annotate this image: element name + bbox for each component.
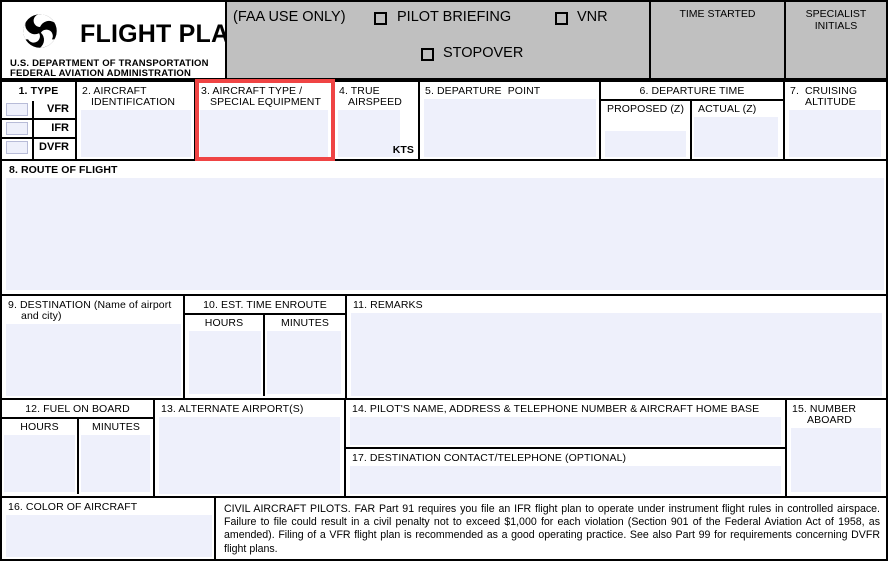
faa-flight-plan-form: FLIGHT PLAN U.S. DEPARTMENT OF TRANSPORT… [0,0,888,561]
field-5-departure-point: 5. DEPARTURE POINT [420,80,601,161]
type-row-dvfr[interactable]: DVFR [2,139,75,159]
type-divider [32,101,34,118]
field-7-cruising-altitude: 7. CRUISING ALTITUDE [785,80,888,161]
field-15-number-aboard: 15. NUMBER ABOARD [787,400,888,498]
checkbox-vnr[interactable] [555,12,568,25]
field-12-minutes-input[interactable] [81,435,150,492]
field-5-label: 5. DEPARTURE POINT [425,85,541,97]
faa-use-only-block: (FAA USE ONLY) PILOT BRIEFING VNR STOPOV… [227,0,651,80]
field-6-proposed: PROPOSED (Z) [601,101,690,159]
field-9-label-2: and city) [21,310,62,322]
type-dvfr-label: DVFR [39,141,69,153]
field-14-pilot-info: 14. PILOT'S NAME, ADDRESS & TELEPHONE NU… [346,400,787,449]
specialist-initials-block[interactable]: SPECIALIST INITIALS [786,0,888,80]
type-row-vfr[interactable]: VFR [2,101,75,120]
field-10-minutes-input[interactable] [267,331,341,394]
field-13-input[interactable] [159,417,340,494]
field-6-actual-input[interactable] [694,117,778,157]
field-8-label: 8. ROUTE OF FLIGHT [9,164,118,176]
field-4-input[interactable] [338,110,400,157]
time-started-label: TIME STARTED [679,8,756,20]
field-6-label: 6. DEPARTURE TIME [639,85,745,97]
checkbox-stopover-label: STOPOVER [443,45,524,61]
field-11-remarks: 11. REMARKS [347,296,888,400]
field-6-actual: ACTUAL (Z) [692,101,781,159]
field-14-label: 14. PILOT'S NAME, ADDRESS & TELEPHONE NU… [352,403,760,415]
field-12-hours-input[interactable] [4,435,75,492]
type-divider [32,120,34,137]
field-6-proposed-input[interactable] [605,131,686,157]
type-dvfr-input[interactable] [6,141,28,154]
field-15-input[interactable] [791,428,881,492]
field-12-minutes: MINUTES [79,419,153,494]
field-14-input[interactable] [350,417,781,445]
faa-use-only-label: (FAA USE ONLY) [233,9,346,25]
field-7-input[interactable] [789,110,881,157]
field-2-input[interactable] [81,110,191,157]
field-17-label: 17. DESTINATION CONTACT/TELEPHONE (OPTIO… [352,452,627,464]
field-2-label-2: IDENTIFICATION [91,96,176,108]
field-1-type: 1. TYPE VFR IFR DVFR [0,80,77,161]
field-7-label-2: ALTITUDE [805,96,856,108]
field-13-label: 13. ALTERNATE AIRPORT(S) [161,403,304,415]
type-row-ifr[interactable]: IFR [2,120,75,139]
field-16-color-of-aircraft: 16. COLOR OF AIRCRAFT [0,498,216,561]
type-ifr-input[interactable] [6,122,28,135]
form-title-block: FLIGHT PLAN U.S. DEPARTMENT OF TRANSPORT… [0,0,247,80]
checkbox-stopover[interactable] [421,48,434,61]
type-ifr-label: IFR [51,122,69,134]
field-10-hours-label: HOURS [204,317,244,329]
field-12-hours: HOURS [2,419,77,494]
type-divider [32,139,34,159]
field-2-aircraft-identification: 2. AIRCRAFT IDENTIFICATION [77,80,196,161]
field-16-input[interactable] [6,515,212,557]
field-8-route-of-flight: 8. ROUTE OF FLIGHT [0,161,888,296]
field-10-hours: HOURS [185,315,263,396]
field-10-label: 10. EST. TIME ENROUTE [203,299,327,311]
field-17-destination-contact: 17. DESTINATION CONTACT/TELEPHONE (OPTIO… [346,449,787,498]
field-9-input[interactable] [6,324,181,396]
field-12-fuel-on-board: 12. FUEL ON BOARD HOURS MINUTES [0,400,155,498]
field-13-alternate-airports: 13. ALTERNATE AIRPORT(S) [155,400,346,498]
field-3-label-2: SPECIAL EQUIPMENT [210,96,322,108]
field-11-label: 11. REMARKS [353,299,423,311]
field-12-hours-label: HOURS [20,421,59,433]
field-12-label: 12. FUEL ON BOARD [25,403,130,415]
field-16-label: 16. COLOR OF AIRCRAFT [8,501,138,513]
field-6-departure-time: 6. DEPARTURE TIME PROPOSED (Z) ACTUAL (Z… [601,80,785,161]
field-4-true-airspeed: 4. TRUE AIRSPEED KTS [334,80,420,161]
field-3-aircraft-type-special-equipment: 3. AIRCRAFT TYPE / SPECIAL EQUIPMENT [196,80,334,161]
specialist-initials-label-2: INITIALS [814,20,858,32]
field-4-unit-label: KTS [392,144,414,156]
page-title: FLIGHT PLAN [80,20,248,48]
field-15-label-2: ABOARD [807,414,852,426]
field-11-input[interactable] [351,313,882,396]
civil-aircraft-pilots-notice: CIVIL AIRCRAFT PILOTS. FAR Part 91 requi… [216,498,888,561]
agency-line-2: FEDERAL AVIATION ADMINISTRATION [10,68,192,79]
checkbox-pilot-briefing-label: PILOT BRIEFING [397,9,512,25]
field-10-est-time-enroute: 10. EST. TIME ENROUTE HOURS MINUTES [185,296,347,400]
type-vfr-input[interactable] [6,103,28,116]
field-10-hours-input[interactable] [189,331,261,394]
time-started-block[interactable]: TIME STARTED [651,0,786,80]
field-17-input[interactable] [350,466,781,494]
field-3-input[interactable] [200,110,328,157]
field-10-minutes-label: MINUTES [281,317,329,329]
field-9-destination: 9. DESTINATION (Name of airport and city… [0,296,185,400]
dot-triskelion-logo [16,9,64,53]
checkbox-vnr-label: VNR [577,9,608,25]
field-6-actual-label: ACTUAL (Z) [698,103,757,115]
field-12-minutes-label: MINUTES [92,421,140,433]
field-8-input[interactable] [6,178,884,290]
specialist-initials-label-1: SPECIALIST [805,8,867,20]
field-5-input[interactable] [424,99,596,157]
type-vfr-label: VFR [47,103,69,115]
notice-text: CIVIL AIRCRAFT PILOTS. FAR Part 91 requi… [224,503,880,555]
field-1-label: 1. TYPE [18,85,59,97]
field-6-proposed-label: PROPOSED (Z) [607,103,685,115]
field-10-minutes: MINUTES [265,315,345,396]
field-4-label-2: AIRSPEED [348,96,402,108]
checkbox-pilot-briefing[interactable] [374,12,387,25]
